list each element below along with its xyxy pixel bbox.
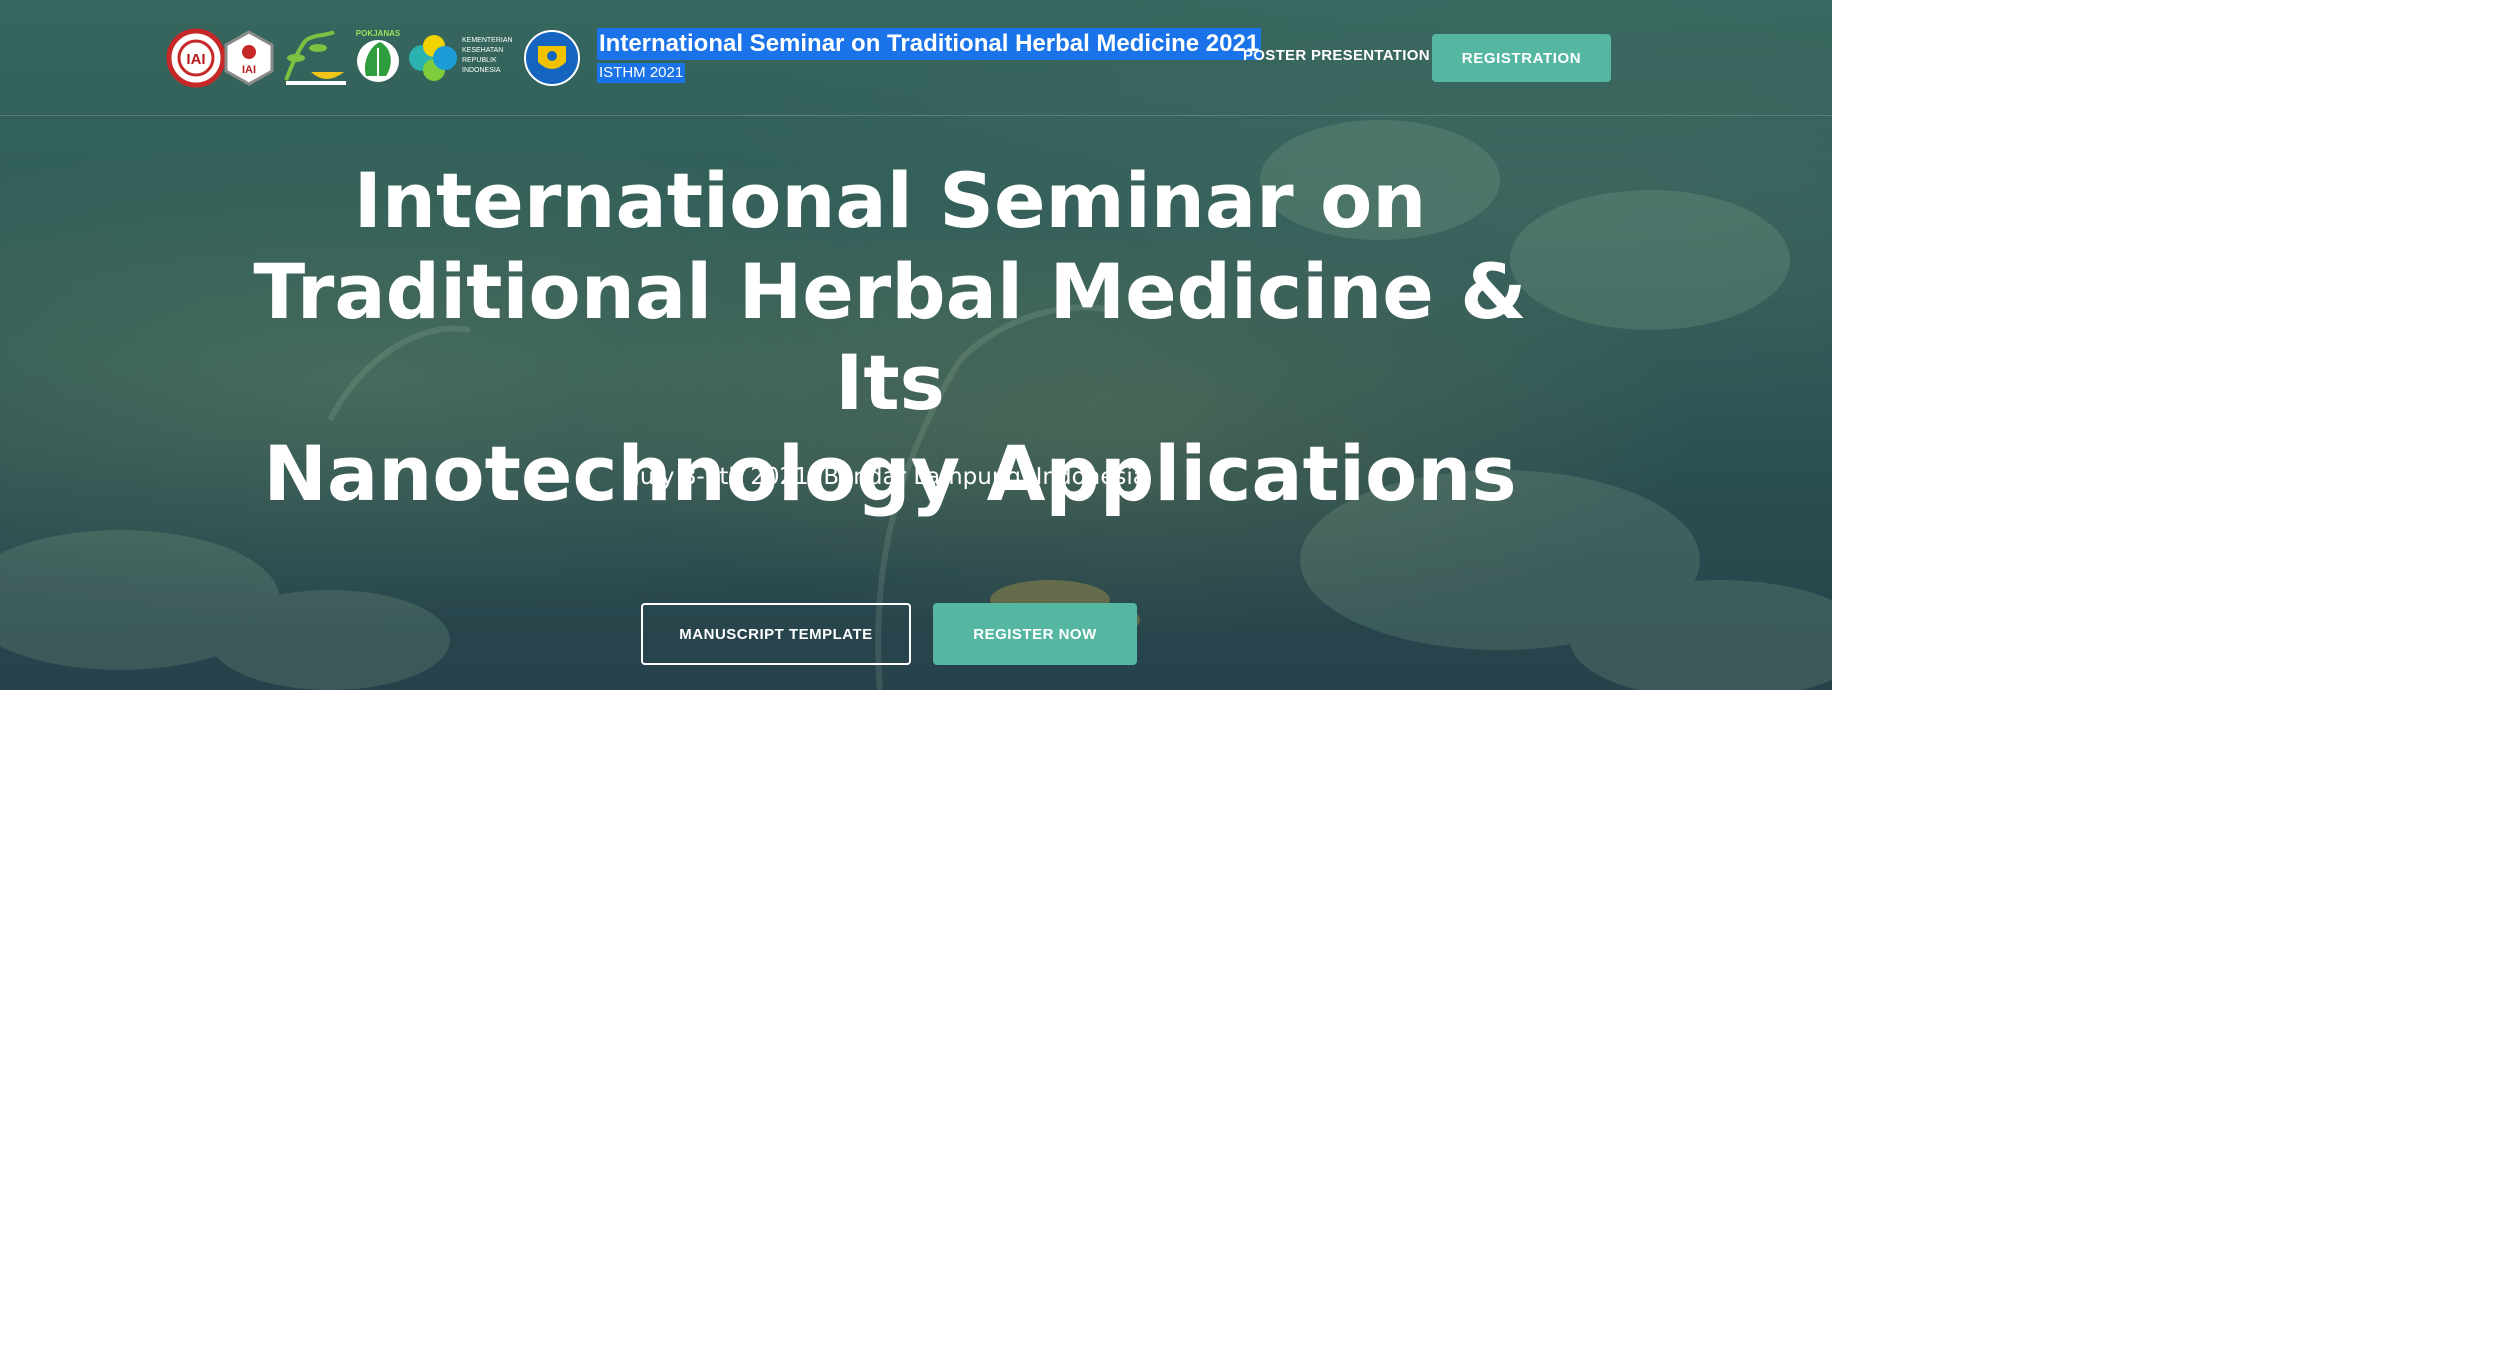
- hero-title-line-1: International Seminar on: [353, 156, 1427, 245]
- hexagon-badge-logo: IAI: [224, 30, 274, 86]
- svg-text:REPUBLIK: REPUBLIK: [462, 57, 497, 64]
- partner-logos: IAI IAI POKJANAS KEMENTERIAN KESEHATAN R…: [166, 28, 580, 88]
- svg-text:IAI: IAI: [186, 51, 205, 68]
- svg-text:KEMENTERIAN: KEMENTERIAN: [462, 37, 513, 44]
- manuscript-template-button[interactable]: MANUSCRIPT TEMPLATE: [641, 603, 911, 665]
- site-brand[interactable]: International Seminar on Traditional Her…: [597, 28, 1262, 83]
- hero-section: IAI IAI POKJANAS KEMENTERIAN KESEHATAN R…: [0, 0, 1832, 690]
- university-shield-logo: [524, 30, 580, 86]
- site-header: IAI IAI POKJANAS KEMENTERIAN KESEHATAN R…: [0, 0, 1832, 116]
- svg-text:IAI: IAI: [242, 64, 256, 76]
- svg-text:POKJANAS: POKJANAS: [356, 29, 401, 38]
- hero-title-line-2: Traditional Herbal Medicine & Its: [253, 247, 1527, 427]
- ministry-of-health-logo: KEMENTERIAN KESEHATAN REPUBLIK INDONESIA: [409, 35, 513, 81]
- svg-text:KESEHATAN: KESEHATAN: [462, 47, 503, 54]
- svg-text:INDONESIA: INDONESIA: [462, 67, 501, 74]
- brand-subtitle[interactable]: ISTHM 2021: [597, 63, 686, 83]
- plant-mortar-logo: [284, 30, 346, 85]
- green-leaf-emblem-logo: POKJANAS: [356, 29, 401, 82]
- event-date-location: July 8-9th 2021, Bandar Lampung, Indones…: [633, 464, 1147, 490]
- brand-title[interactable]: International Seminar on Traditional Her…: [597, 28, 1262, 60]
- register-now-button[interactable]: REGISTER NOW: [933, 603, 1137, 665]
- institution-seal-logo: IAI: [166, 28, 226, 88]
- nav-link-poster-presentation[interactable]: POSTER PRESENTATION: [1243, 47, 1430, 64]
- registration-button[interactable]: REGISTRATION: [1432, 34, 1611, 82]
